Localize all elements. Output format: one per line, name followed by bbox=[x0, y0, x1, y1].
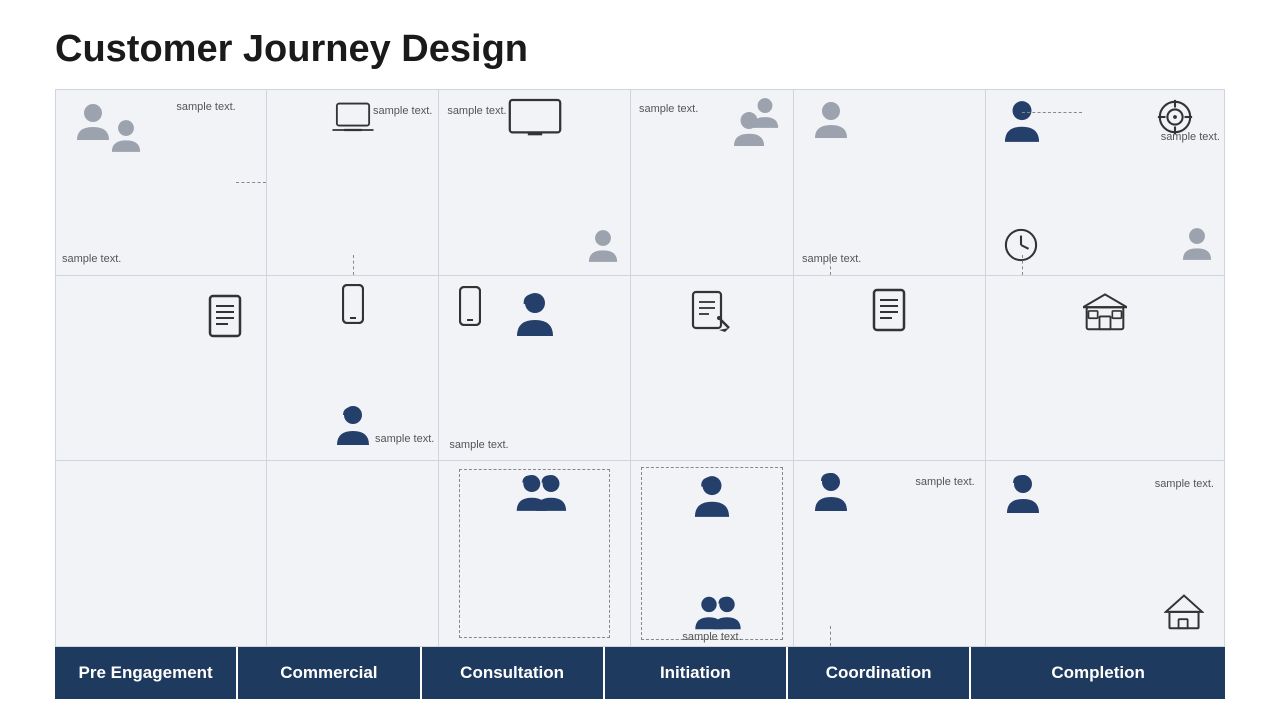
person-blue-coord3-icon bbox=[814, 471, 848, 513]
monitor-icon bbox=[508, 98, 562, 138]
pre-row3 bbox=[56, 461, 266, 646]
house-icon bbox=[1164, 591, 1204, 631]
store-icon bbox=[1083, 288, 1127, 332]
diagram-area: sample text. sample text. bbox=[0, 89, 1280, 647]
clock-icon bbox=[1004, 228, 1038, 262]
comm-row1: sample text. bbox=[267, 90, 439, 276]
coord-row2 bbox=[794, 276, 985, 462]
bottom-bar: Pre Engagement Commercial Consultation I… bbox=[55, 647, 1225, 699]
person-gray-cons-icon bbox=[588, 228, 618, 264]
laptop-icon bbox=[331, 100, 375, 138]
cons-row2: sample text. bbox=[439, 276, 630, 462]
comp-row3-text: sample text. bbox=[1155, 477, 1214, 491]
label-commercial: Commercial bbox=[238, 647, 421, 699]
stage-coordination: sample text. bbox=[794, 89, 986, 647]
person-gray-comp1-icon bbox=[1182, 226, 1212, 262]
comp-row1-text: sample text. bbox=[1161, 130, 1220, 144]
init-row3: sample text. bbox=[631, 461, 793, 646]
pre-row1-text2: sample text. bbox=[176, 100, 235, 114]
stage-consultation: sample text. bbox=[439, 89, 631, 647]
pre-row1-text1: sample text. bbox=[62, 252, 121, 266]
coord-row3-text: sample text. bbox=[915, 475, 974, 489]
comm-row2-text: sample text. bbox=[375, 432, 434, 446]
page-title: Customer Journey Design bbox=[0, 0, 1280, 89]
cons-row2-text: sample text. bbox=[449, 438, 508, 452]
person-blue-comp3-icon bbox=[1006, 473, 1040, 515]
label-initiation: Initiation bbox=[605, 647, 788, 699]
coord-row3: sample text. bbox=[794, 461, 985, 646]
phone-cons-icon bbox=[459, 286, 481, 326]
init-row1: sample text. bbox=[631, 90, 793, 276]
comm-row3 bbox=[267, 461, 439, 646]
document-pen-icon bbox=[691, 290, 733, 334]
init-row3-text: sample text. bbox=[682, 630, 741, 644]
stage-commercial: sample text. bbox=[267, 89, 440, 647]
person-blue-cons-icon bbox=[516, 292, 554, 338]
person-blue-comp1-icon bbox=[1004, 100, 1040, 144]
init-row1-text: sample text. bbox=[639, 102, 698, 116]
person-gray-coord1-icon bbox=[814, 100, 848, 140]
main-content: sample text. sample text. bbox=[0, 89, 1280, 699]
pre-row1: sample text. sample text. bbox=[56, 90, 266, 276]
label-coordination: Coordination bbox=[788, 647, 971, 699]
comm-row1-text: sample text. bbox=[373, 104, 432, 118]
cons-row1: sample text. bbox=[439, 90, 630, 276]
comp-row2 bbox=[986, 276, 1224, 462]
coord-row1-text: sample text. bbox=[802, 252, 861, 266]
comm-row2: sample text. bbox=[267, 276, 439, 462]
pre-row2 bbox=[56, 276, 266, 462]
init-row2 bbox=[631, 276, 793, 462]
label-completion: Completion bbox=[971, 647, 1225, 699]
comp-row1: sample text. bbox=[986, 90, 1224, 276]
stage-completion: sample text. bbox=[986, 89, 1225, 647]
person-gray-init1b-icon bbox=[733, 110, 765, 148]
comp-row3: sample text. bbox=[986, 461, 1224, 646]
person-blue-init3d-icon bbox=[712, 595, 742, 631]
person-blue-comm-icon bbox=[336, 405, 370, 447]
phone-icon bbox=[342, 284, 364, 324]
cons-row1-text: sample text. bbox=[447, 104, 506, 118]
cons-row3 bbox=[439, 461, 630, 646]
label-pre-engagement: Pre Engagement bbox=[55, 647, 238, 699]
label-consultation: Consultation bbox=[422, 647, 605, 699]
person-gray-icon bbox=[76, 102, 110, 142]
stage-initiation: sample text. bbox=[631, 89, 794, 647]
person-gray-small-icon bbox=[111, 118, 141, 154]
document-coord-icon bbox=[869, 288, 909, 332]
stage-pre-engagement: sample text. sample text. bbox=[55, 89, 267, 647]
document-icon bbox=[206, 294, 244, 338]
coord-row1: sample text. bbox=[794, 90, 985, 276]
